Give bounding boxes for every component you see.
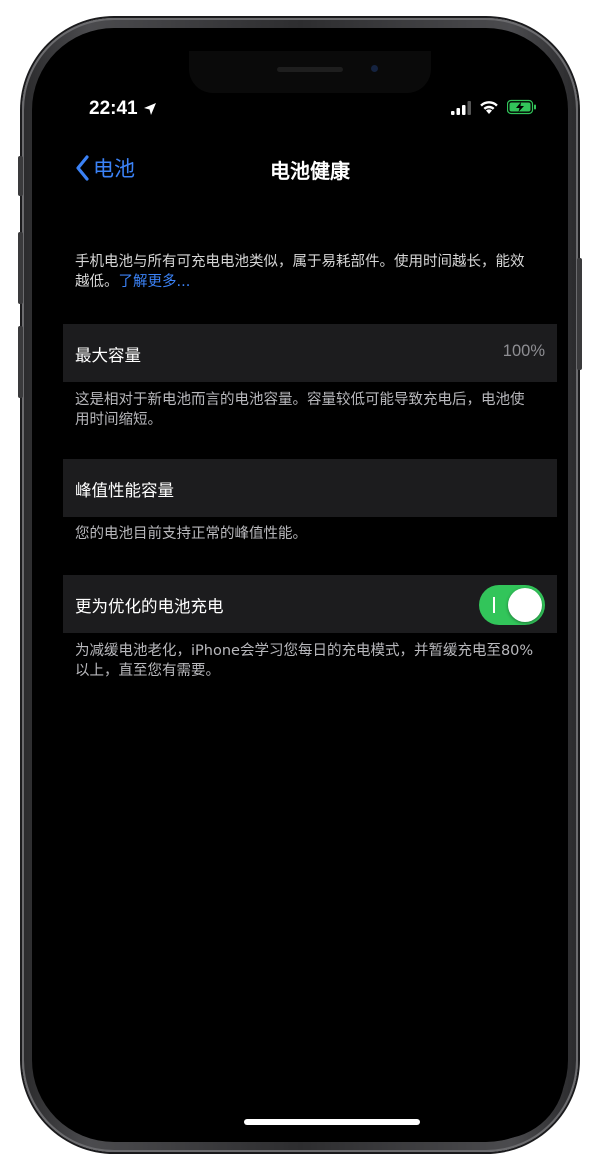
home-indicator[interactable]	[244, 1119, 420, 1125]
max-capacity-row: 最大容量 100%	[63, 324, 557, 382]
notch	[189, 51, 431, 93]
cellular-signal-icon	[451, 101, 471, 115]
battery-charging-icon	[507, 99, 536, 115]
learn-more-link[interactable]: 了解更多...	[119, 274, 191, 290]
settings-list: 手机电池与所有可充电电池类似，属于易耗部件。使用时间越长，能效越低。了解更多..…	[63, 196, 557, 693]
max-capacity-footnote: 这是相对于新电池而言的电池容量。容量较低可能导致充电后，电池使用时间缩短。	[75, 392, 525, 428]
volume-down-button	[18, 326, 23, 398]
iphone-frame: 22:41 电池 电池健康 手机电池与所有可充电电池类似，属于易耗部件。使用时间…	[18, 18, 582, 1152]
location-arrow-icon	[144, 103, 156, 115]
screen: 22:41 电池 电池健康 手机电池与所有可充电电池类似，属于易耗部件。使用时间…	[55, 51, 565, 1139]
power-button	[577, 258, 582, 370]
optimized-charging-footnote: 为减缓电池老化，iPhone会学习您每日的充电模式，并暂缓充电至80%以上，直至…	[75, 643, 534, 679]
max-capacity-value: 100%	[502, 342, 545, 360]
optimized-charging-footnote-section: 为减缓电池老化，iPhone会学习您每日的充电模式，并暂缓充电至80%以上，直至…	[63, 633, 557, 693]
toggle-knob	[508, 588, 542, 622]
front-camera	[371, 65, 378, 72]
peak-performance-label: 峰值性能容量	[75, 481, 174, 500]
status-time: 22:41	[89, 98, 138, 119]
page-title: 电池健康	[270, 159, 350, 183]
optimized-charging-toggle[interactable]	[479, 585, 545, 625]
volume-up-button	[18, 232, 23, 304]
wifi-icon	[480, 101, 498, 114]
peak-performance-footnote-section: 您的电池目前支持正常的峰值性能。	[63, 517, 557, 575]
earpiece-speaker	[277, 67, 343, 72]
optimized-charging-row: 更为优化的电池充电	[63, 575, 557, 633]
intro-text-block: 手机电池与所有可充电电池类似，属于易耗部件。使用时间越长，能效越低。了解更多..…	[75, 252, 535, 292]
silent-switch	[18, 156, 23, 196]
max-capacity-label: 最大容量	[75, 346, 141, 365]
max-capacity-footnote-section: 这是相对于新电池而言的电池容量。容量较低可能导致充电后，电池使用时间缩短。	[63, 382, 557, 459]
navigation-bar: 电池 电池健康	[55, 146, 565, 196]
optimized-charging-label: 更为优化的电池充电	[75, 597, 224, 616]
toggle-on-indicator	[493, 597, 495, 613]
bezel: 22:41 电池 电池健康 手机电池与所有可充电电池类似，属于易耗部件。使用时间…	[32, 28, 568, 1142]
peak-performance-row: 峰值性能容量	[63, 459, 557, 517]
intro-section: 手机电池与所有可充电电池类似，属于易耗部件。使用时间越长，能效越低。了解更多..…	[63, 196, 557, 324]
peak-performance-footnote: 您的电池目前支持正常的峰值性能。	[75, 526, 307, 542]
